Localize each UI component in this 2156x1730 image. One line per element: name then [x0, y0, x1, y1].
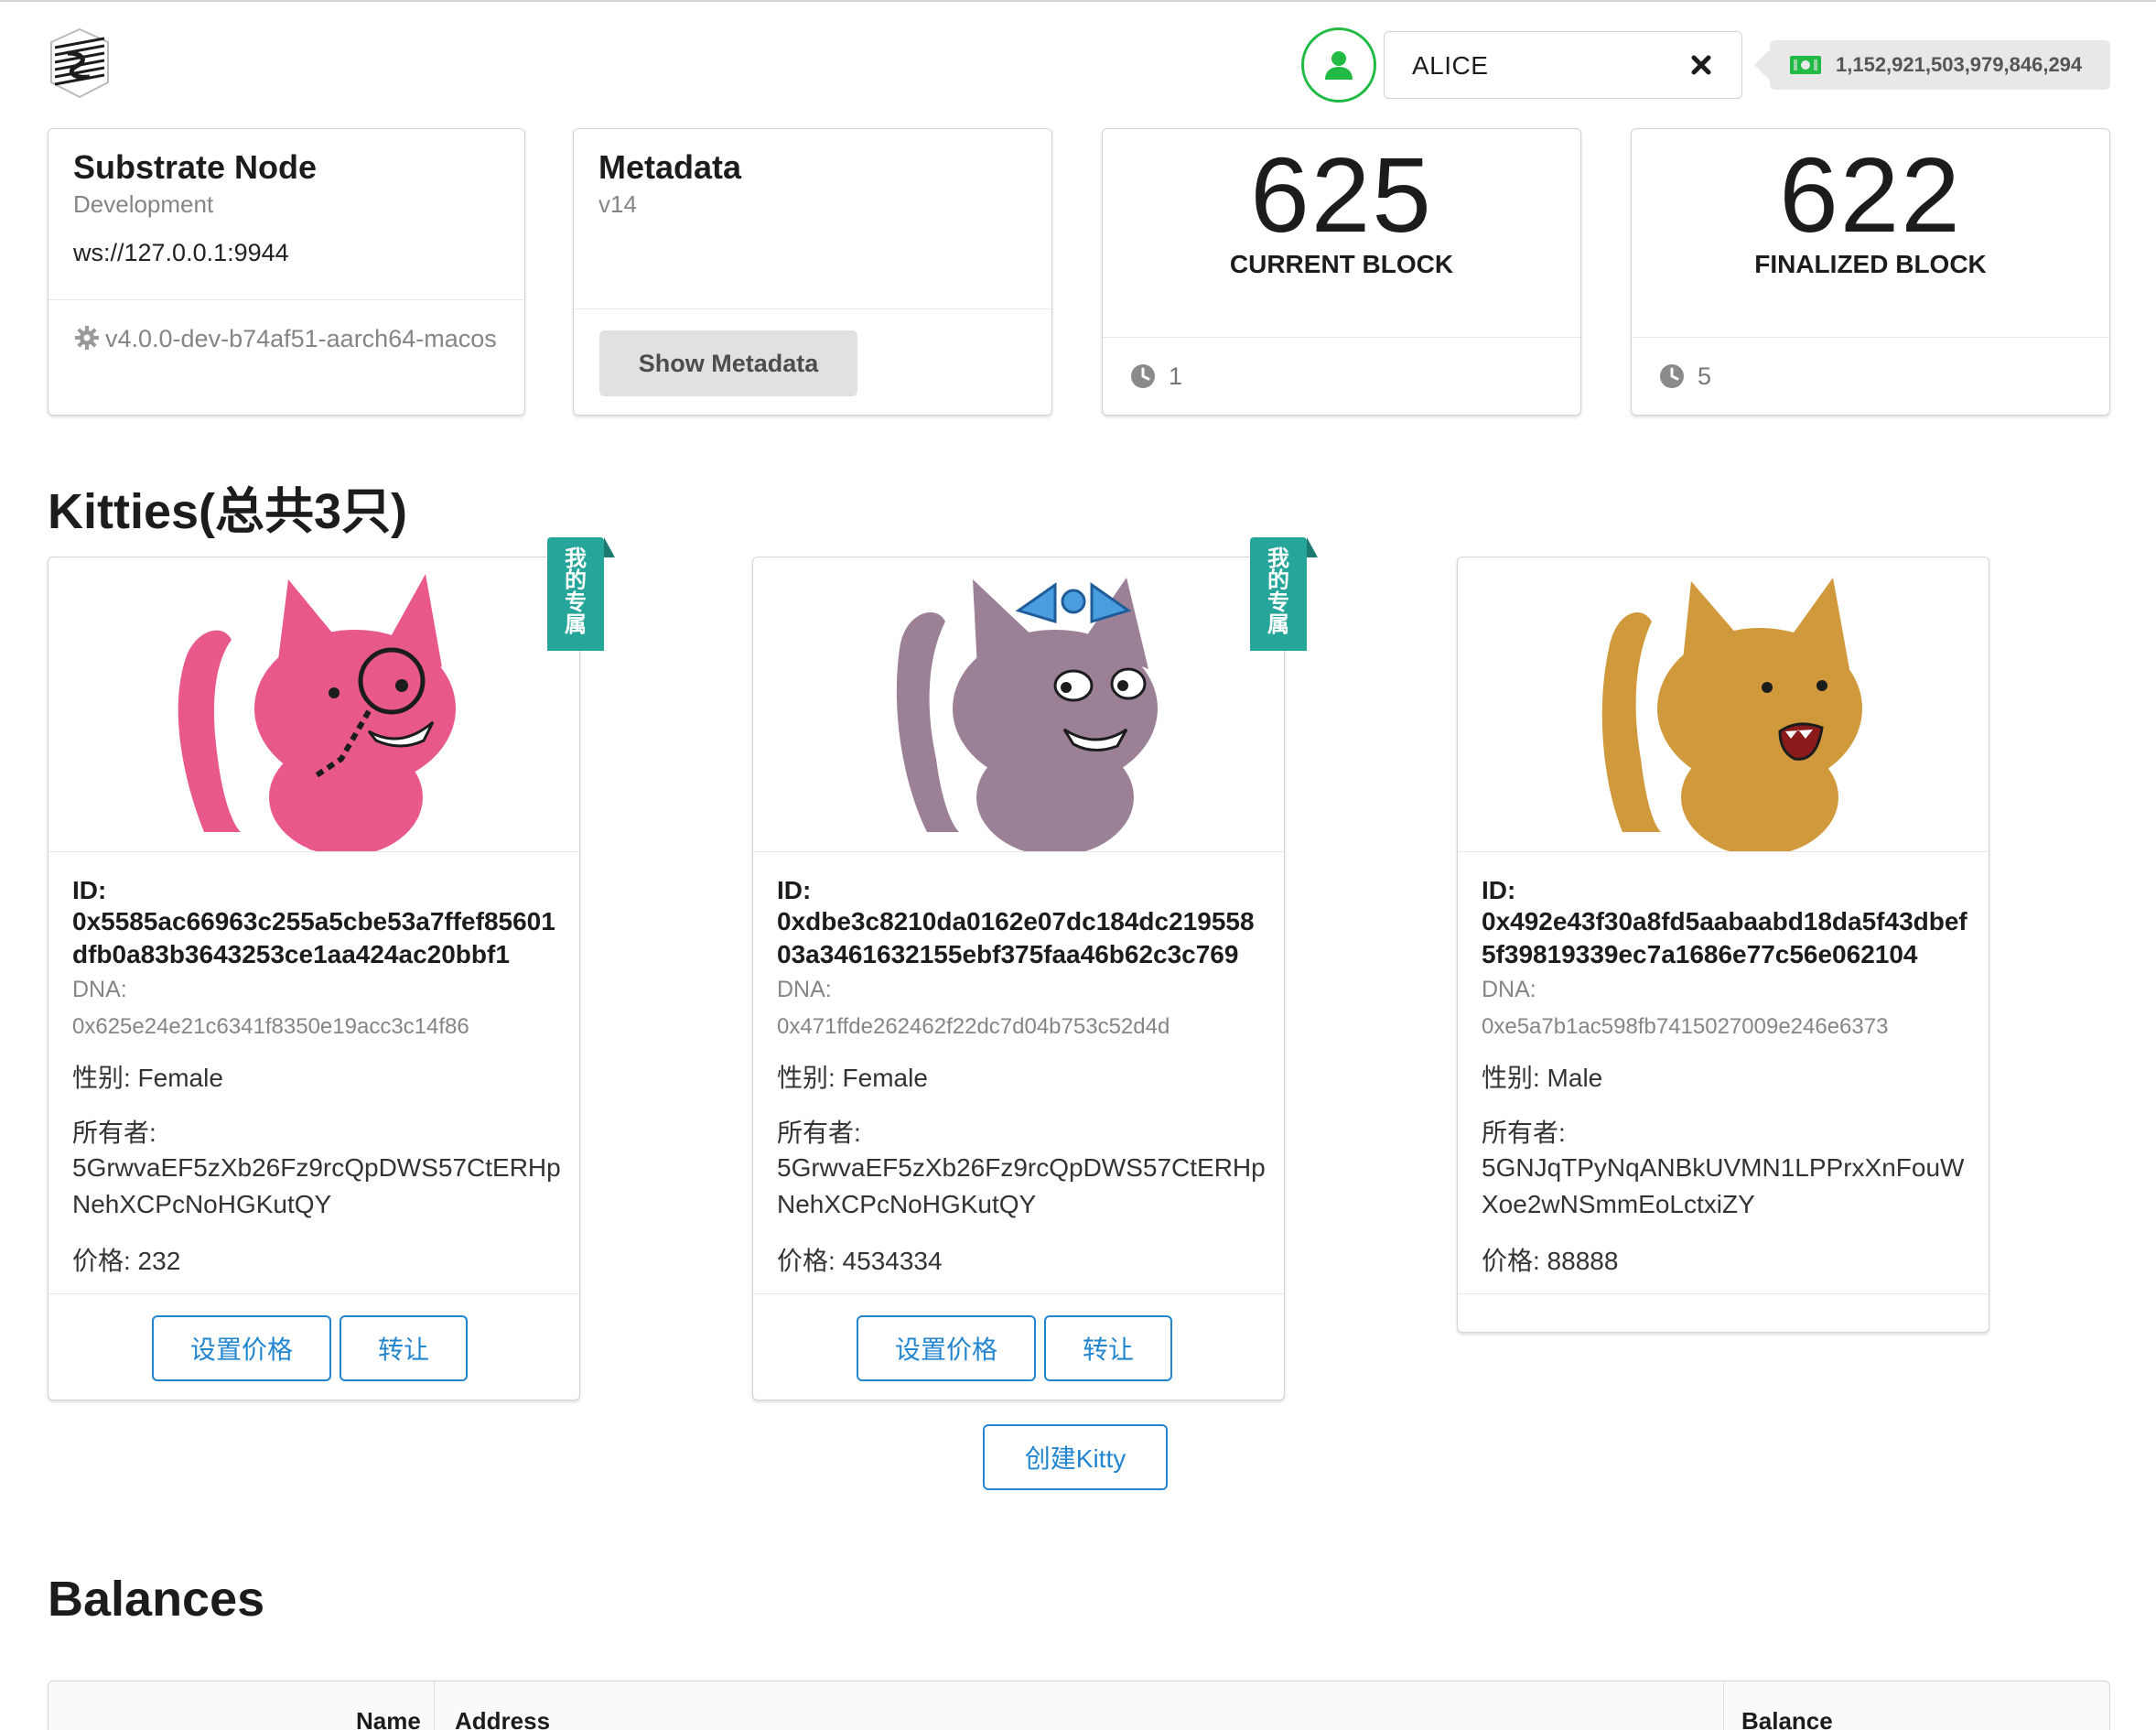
- current-block-timer: 1: [1103, 338, 1580, 415]
- account-selector[interactable]: ALICE: [1384, 31, 1742, 99]
- node-version: v4.0.0-dev-b74af51-aarch64-macos: [49, 300, 524, 377]
- ribbon-char: 我: [1267, 546, 1289, 571]
- account-avatar[interactable]: [1301, 27, 1376, 103]
- transfer-button[interactable]: 转让: [1044, 1315, 1172, 1381]
- account-balance-badge: 1,152,921,503,979,846,294: [1770, 40, 2110, 90]
- kitty-dna-label: DNA:: [72, 977, 127, 1002]
- finalized-block-timer-value: 5: [1698, 362, 1712, 390]
- kitty-dna: 0x625e24e21c6341f8350e19acc3c14f86: [72, 1014, 469, 1039]
- kitties-title: Kitties(总共3只): [48, 484, 408, 539]
- metadata-title: Metadata: [598, 148, 742, 186]
- user-icon: [1325, 51, 1353, 80]
- node-info-card: Substrate Node Development ws://127.0.0.…: [48, 128, 525, 416]
- my-kitty-ribbon: 我 的 专 属: [1250, 537, 1318, 651]
- kitty-id: 0x492e43f30a8fd5aabaabd18da5f43dbef5f398…: [1482, 907, 1967, 968]
- kitty-card: 我 的 专 属 ID: 0x5585ac66963c255a5cbe53a7ff…: [48, 537, 615, 1400]
- kitty-card: ID: 0x492e43f30a8fd5aabaabd18da5f43dbef5…: [1457, 557, 1989, 1333]
- node-endpoint: ws://127.0.0.1:9944: [73, 239, 289, 267]
- kitty-id: 0xdbe3c8210da0162e07dc184dc21955803a3461…: [777, 907, 1255, 968]
- ribbon-char: 我: [565, 546, 587, 571]
- clock-icon: [1131, 364, 1155, 388]
- ribbon-char: 的: [565, 568, 587, 593]
- current-block-label: CURRENT BLOCK: [1229, 250, 1454, 278]
- kitty-price: 价格: 88888: [1482, 1247, 1619, 1275]
- top-border: [0, 0, 2156, 2]
- kitty-image: [1458, 557, 1989, 852]
- kitty-dna-label: DNA:: [1482, 977, 1536, 1002]
- kitty-id-label: ID:: [72, 876, 107, 904]
- ribbon-char: 属: [565, 612, 587, 637]
- kitty-price: 价格: 232: [72, 1247, 181, 1275]
- close-icon[interactable]: [1688, 52, 1714, 78]
- column-divider: [434, 1681, 435, 1730]
- clock-icon: [1660, 364, 1684, 388]
- kitty-dna: 0x471ffde262462f22dc7d04b753c52d4d: [777, 1014, 1170, 1039]
- column-header-name[interactable]: Name: [356, 1681, 421, 1730]
- kitty-id-label: ID:: [1482, 876, 1516, 904]
- kitty-owner: 5GrwvaEF5zXb26Fz9rcQpDWS57CtERHpNehXCPcN…: [777, 1153, 1266, 1218]
- column-header-address[interactable]: Address: [455, 1681, 550, 1730]
- substrate-logo-icon[interactable]: [46, 26, 113, 101]
- column-header-balance[interactable]: Balance: [1741, 1681, 1833, 1730]
- node-chain: Development: [73, 190, 214, 219]
- money-icon: [1790, 56, 1821, 74]
- finalized-block-card: 622 FINALIZED BLOCK 5: [1631, 128, 2110, 416]
- gear-icon: [75, 326, 99, 350]
- kitty-owner: 5GNJqTPyNqANBkUVMN1LPPrxXnFouWXoe2wNSmmE…: [1482, 1153, 1965, 1218]
- kitty-dna: 0xe5a7b1ac598fb7415027009e246e6373: [1482, 1014, 1889, 1039]
- ribbon-char: 专: [565, 590, 587, 615]
- ribbon-char: 专: [1267, 590, 1289, 615]
- kitty-gender: 性别: Male: [1482, 1064, 1603, 1092]
- finalized-block-number: 622: [1779, 135, 1962, 254]
- finalized-block-timer: 5: [1632, 338, 2109, 415]
- set-price-button[interactable]: 设置价格: [152, 1315, 331, 1381]
- set-price-button[interactable]: 设置价格: [857, 1315, 1036, 1381]
- column-divider: [1723, 1681, 1724, 1730]
- kitty-image: [49, 557, 579, 852]
- current-block-card: 625 CURRENT BLOCK 1: [1102, 128, 1581, 416]
- finalized-block-label: FINALIZED BLOCK: [1754, 250, 1987, 278]
- account-name: ALICE: [1412, 51, 1489, 80]
- kitty-dna-label: DNA:: [777, 977, 832, 1002]
- kitty-id-label: ID:: [777, 876, 812, 904]
- kitty-gender: 性别: Female: [777, 1064, 928, 1092]
- kitty-owner: 5GrwvaEF5zXb26Fz9rcQpDWS57CtERHpNehXCPcN…: [72, 1153, 561, 1218]
- kitty-gender: 性别: Female: [72, 1064, 223, 1092]
- kitty-price: 价格: 4534334: [777, 1247, 943, 1275]
- metadata-card: Metadata v14 Show Metadata: [573, 128, 1052, 416]
- kitty-owner-label: 所有者:: [72, 1119, 156, 1147]
- create-kitty-button[interactable]: 创建Kitty: [983, 1424, 1168, 1490]
- kitty-id: 0x5585ac66963c255a5cbe53a7ffef85601dfb0a…: [72, 907, 555, 968]
- balances-title: Balances: [48, 1572, 265, 1627]
- kitty-card: 我 的 专 属 ID: 0xdbe3c8210da0162e07dc184dc2…: [752, 537, 1318, 1400]
- kitty-image: [753, 557, 1284, 852]
- kitty-owner-label: 所有者:: [1482, 1119, 1566, 1147]
- kitty-owner-label: 所有者:: [777, 1119, 861, 1147]
- current-block-timer-value: 1: [1169, 362, 1183, 390]
- balances-table: Name Address Balance: [48, 1681, 2110, 1730]
- my-kitty-ribbon: 我 的 专 属: [547, 537, 615, 651]
- node-title: Substrate Node: [73, 148, 318, 186]
- transfer-button[interactable]: 转让: [340, 1315, 468, 1381]
- balance-value: 1,152,921,503,979,846,294: [1836, 53, 2083, 76]
- ribbon-char: 属: [1267, 612, 1289, 637]
- node-version-text: v4.0.0-dev-b74af51-aarch64-macos: [105, 325, 497, 352]
- ribbon-char: 的: [1267, 568, 1289, 593]
- metadata-version: v14: [598, 190, 637, 219]
- current-block-number: 625: [1250, 135, 1433, 254]
- show-metadata-button[interactable]: Show Metadata: [599, 330, 857, 396]
